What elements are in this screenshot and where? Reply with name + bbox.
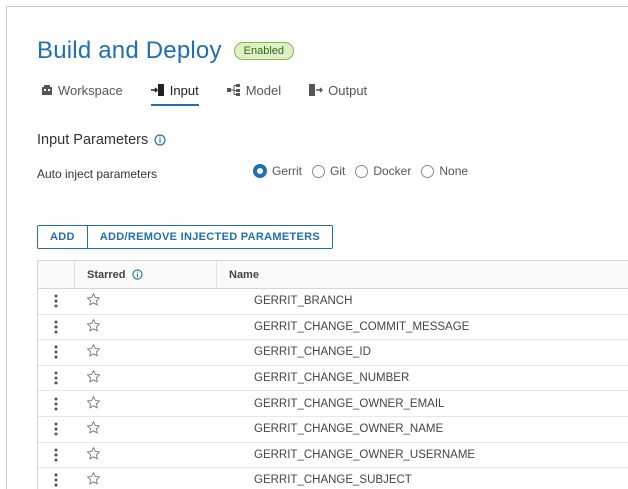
output-icon [309,84,324,96]
title-row: Build and Deploy Enabled [37,37,295,65]
star-icon[interactable] [86,369,101,387]
star-icon[interactable] [86,343,101,361]
row-name-cell: GERRIT_CHANGE_ID [254,346,371,359]
table-row[interactable]: GERRIT_CHANGE_SUBJECT [38,468,628,489]
row-name-cell: GERRIT_BRANCH [254,295,353,308]
row-name-cell: GERRIT_CHANGE_OWNER_NAME [254,423,444,436]
star-icon[interactable] [86,446,101,464]
row-name-cell: GERRIT_CHANGE_SUBJECT [254,474,412,487]
main-panel: Build and Deploy Enabled Workspace Input… [6,6,628,489]
info-icon[interactable] [154,134,166,146]
header-name[interactable]: Name [216,261,628,288]
header-actions-cell [38,261,74,288]
radio-label: Gerrit [272,164,302,178]
input-icon [150,84,165,96]
table-row[interactable]: GERRIT_CHANGE_COMMIT_MESSAGE [38,315,628,341]
add-button[interactable]: ADD [38,226,87,248]
table-row[interactable]: GERRIT_BRANCH [38,289,628,315]
row-name-cell: GERRIT_CHANGE_NUMBER [254,372,410,385]
row-actions-cell [38,289,74,314]
table-row[interactable]: GERRIT_CHANGE_ID [38,340,628,366]
kebab-menu-icon[interactable] [54,397,58,411]
tab-label: Output [328,82,368,98]
table-body: GERRIT_BRANCH GERRIT_CHANGE_COMMIT_MESSAG… [38,289,628,489]
row-name-cell: GERRIT_CHANGE_COMMIT_MESSAGE [254,320,470,333]
radio-docker[interactable]: Docker [355,164,411,178]
radio-gerrit[interactable]: Gerrit [253,164,302,178]
radio-unselected-icon [421,164,435,178]
tab-output[interactable]: Output [309,79,367,104]
row-actions-cell [38,340,74,365]
row-actions-cell [38,443,74,468]
star-icon[interactable] [86,420,101,438]
row-starred-cell [74,289,216,314]
table-row[interactable]: GERRIT_CHANGE_OWNER_USERNAME [38,443,628,469]
row-starred-cell [74,417,216,442]
row-actions-cell [38,315,74,340]
kebab-menu-icon[interactable] [54,473,58,487]
section-title: Input Parameters [37,132,166,148]
model-icon [226,84,241,96]
radio-unselected-icon [312,164,325,178]
tab-workspace[interactable]: Workspace [41,79,123,104]
star-icon[interactable] [86,318,101,336]
row-starred-cell [74,391,216,416]
status-badge: Enabled [233,42,295,60]
row-starred-cell [74,340,216,365]
kebab-menu-icon[interactable] [54,371,58,385]
radio-label: Docker [373,164,412,178]
tab-bar: Workspace Input Model Output [41,79,395,106]
row-name-cell: GERRIT_CHANGE_OWNER_EMAIL [254,397,445,410]
auto-inject-radio-group: Gerrit Git Docker None [253,164,478,178]
row-starred-cell [74,315,216,340]
info-icon[interactable] [131,269,143,280]
action-button-group: ADD ADD/REMOVE INJECTED PARAMETERS [37,225,333,249]
star-icon[interactable] [86,471,101,489]
header-starred-label: Starred [87,268,126,281]
radio-label: None [439,164,469,178]
row-actions-cell [38,391,74,416]
header-starred[interactable]: Starred [74,261,216,288]
table-row[interactable]: GERRIT_CHANGE_NUMBER [38,366,628,392]
radio-unselected-icon [355,164,369,178]
row-actions-cell [38,468,74,489]
radio-label: Git [330,164,346,178]
kebab-menu-icon[interactable] [54,448,58,462]
workspace-icon [41,84,53,96]
row-starred-cell [74,443,216,468]
radio-none[interactable]: None [421,164,468,178]
page-title: Build and Deploy [37,37,222,64]
tab-label: Model [245,82,282,98]
auto-inject-label: Auto inject parameters [37,167,158,181]
radio-git[interactable]: Git [312,164,345,178]
row-starred-cell [74,366,216,391]
star-icon[interactable] [86,292,101,310]
table-row[interactable]: GERRIT_CHANGE_OWNER_EMAIL [38,391,628,417]
add-remove-injected-button[interactable]: ADD/REMOVE INJECTED PARAMETERS [86,226,332,248]
row-actions-cell [38,366,74,391]
kebab-menu-icon[interactable] [54,320,58,334]
tab-label: Input [169,82,199,98]
tab-model[interactable]: Model [226,79,282,104]
section-title-text: Input Parameters [37,132,149,148]
row-starred-cell [74,468,216,489]
kebab-menu-icon[interactable] [54,345,58,359]
row-actions-cell [38,417,74,442]
row-name-cell: GERRIT_CHANGE_OWNER_USERNAME [254,448,476,461]
tab-input[interactable]: Input [150,79,199,106]
table-row[interactable]: GERRIT_CHANGE_OWNER_NAME [38,417,628,443]
radio-selected-icon [253,164,267,178]
kebab-menu-icon[interactable] [54,422,58,436]
parameters-table: Starred Name GERRIT_BRANCH GERRIT_CHANGE_… [37,260,628,489]
kebab-menu-icon[interactable] [54,294,58,308]
table-header: Starred Name [38,261,628,289]
tab-label: Workspace [58,82,123,98]
star-icon[interactable] [86,395,101,413]
